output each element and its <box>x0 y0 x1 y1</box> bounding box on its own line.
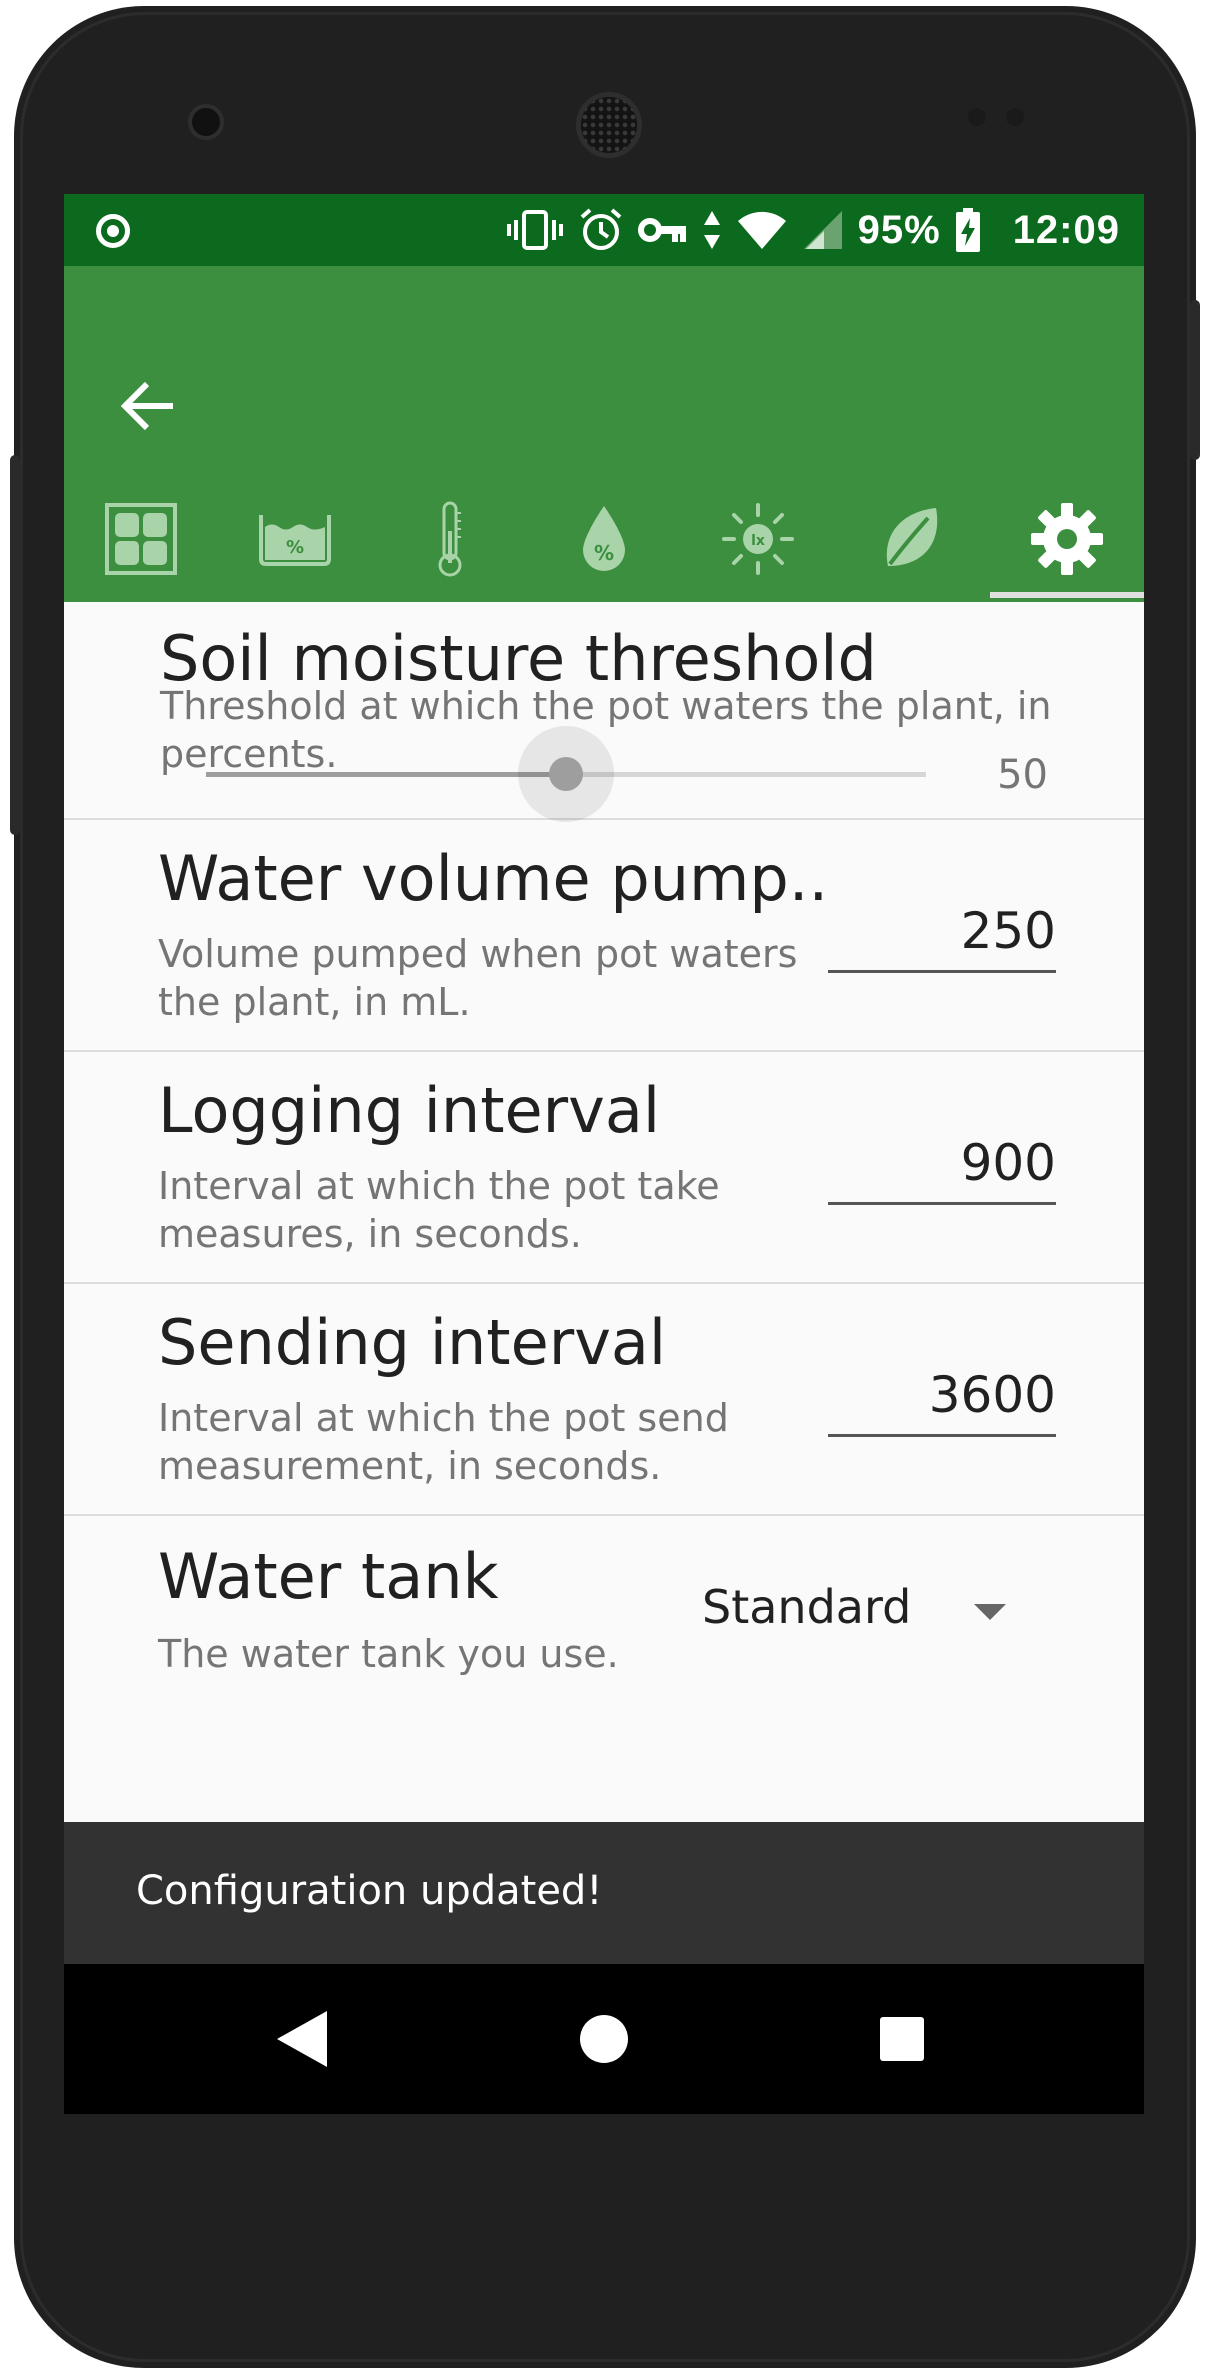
pref-title: Water tank <box>158 1540 499 1613</box>
tab-bar: % % lx <box>64 484 1144 598</box>
proximity-sensor <box>968 108 986 126</box>
logging-interval-input[interactable]: 900 <box>828 1134 1056 1205</box>
tab-light[interactable]: lx <box>681 484 835 594</box>
status-icons: 95% 12:09 <box>506 194 1120 266</box>
navigation-bar <box>64 1964 1144 2114</box>
earpiece-speaker <box>576 92 642 158</box>
front-camera <box>188 104 224 140</box>
snackbar: Configuration updated! <box>64 1822 1144 1964</box>
tab-dashboard[interactable] <box>64 484 218 594</box>
pref-title: Logging interval <box>158 1074 661 1147</box>
alarm-icon <box>580 208 621 250</box>
nav-home-button[interactable] <box>524 1964 684 2114</box>
pref-summary: Interval at which the pot take measures,… <box>158 1164 720 1256</box>
tab-water-tank[interactable]: % <box>218 484 372 594</box>
pref-summary: Volume pumped when pot waters the plant,… <box>158 932 798 1024</box>
dropdown-arrow-icon[interactable] <box>974 1604 1006 1620</box>
light-sensor <box>1006 108 1024 126</box>
settings-list: Soil moisture threshold Threshold at whi… <box>64 602 1144 1822</box>
status-bar: 95% 12:09 <box>64 194 1144 266</box>
tab-settings[interactable] <box>989 484 1144 598</box>
nav-home-icon <box>580 2015 628 2063</box>
data-activity-icon <box>703 211 720 249</box>
water-tank-dropdown[interactable]: Standard <box>702 1580 911 1634</box>
back-button[interactable] <box>108 366 188 446</box>
svg-text:%: % <box>594 541 614 565</box>
slider-value: 50 <box>997 752 1048 798</box>
notification-record-icon <box>96 214 130 248</box>
pref-logging-interval[interactable]: Logging interval Interval at which the p… <box>64 1050 1144 1284</box>
water-tank-level-icon: % <box>259 515 332 566</box>
light-lux-icon: lx <box>722 503 795 575</box>
leaf-icon <box>887 508 938 566</box>
nav-recents-button[interactable] <box>822 1964 982 2114</box>
pref-summary: Interval at which the pot send measureme… <box>158 1396 729 1488</box>
pref-water-volume-pumped[interactable]: Water volume pump.. Volume pumped when p… <box>64 818 1144 1052</box>
vibrate-icon <box>506 210 563 250</box>
pref-water-tank[interactable]: Water tank The water tank you use. Stand… <box>64 1514 1144 1724</box>
svg-text:%: % <box>286 537 304 558</box>
tab-plant[interactable] <box>835 484 989 594</box>
soil-moisture-slider[interactable] <box>206 726 926 822</box>
screen: 95% 12:09 % % lx Soil moisture threshold… <box>64 194 1144 2114</box>
wifi-icon <box>737 211 786 249</box>
humidity-drop-icon: % <box>582 506 625 571</box>
arrow-back-icon <box>121 381 173 431</box>
sending-interval-input[interactable]: 3600 <box>828 1366 1056 1437</box>
nav-back-button[interactable] <box>222 1964 382 2114</box>
tab-humidity[interactable]: % <box>527 484 681 594</box>
water-volume-input[interactable]: 250 <box>828 902 1056 973</box>
pref-title: Sending interval <box>158 1306 667 1379</box>
battery-percent: 95% <box>857 207 941 252</box>
pref-summary: The water tank you use. <box>158 1632 619 1676</box>
nav-back-icon <box>277 2011 327 2067</box>
dashboard-icon <box>105 503 178 575</box>
thermometer-icon <box>438 501 462 577</box>
tab-temperature[interactable] <box>373 484 527 594</box>
power-button <box>1190 300 1200 460</box>
pref-sending-interval[interactable]: Sending interval Interval at which the p… <box>64 1282 1144 1516</box>
cellular-signal-icon <box>803 211 842 249</box>
svg-text:lx: lx <box>751 533 765 549</box>
nav-recents-icon <box>880 2017 924 2061</box>
pref-soil-moisture-threshold[interactable]: Soil moisture threshold Threshold at whi… <box>64 602 1144 822</box>
snackbar-message: Configuration updated! <box>136 1868 603 1914</box>
pref-title: Water volume pump.. <box>158 842 829 915</box>
volume-button <box>10 455 20 835</box>
slider-fill <box>206 772 566 777</box>
slider-thumb[interactable] <box>549 757 583 791</box>
gear-icon <box>1030 503 1103 575</box>
battery-charging-icon <box>955 208 980 252</box>
clock-time: 12:09 <box>1012 207 1120 252</box>
vpn-key-icon <box>637 218 686 242</box>
